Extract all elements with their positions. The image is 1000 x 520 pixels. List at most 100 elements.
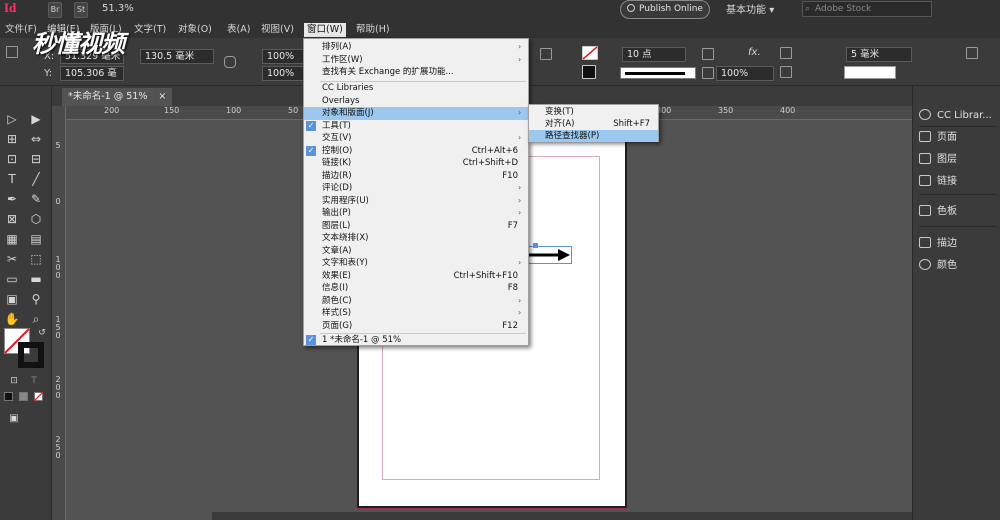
eyedropper-tool-icon[interactable]: ⚲ [28,292,44,306]
publish-online-button[interactable]: Publish Online [620,0,710,19]
zoom-tool-icon[interactable]: ⌕ [28,312,44,326]
gradient-swatch-tool-icon[interactable]: ▭ [4,272,20,286]
menu-item-transform[interactable]: 变换(T) [529,106,658,119]
free-transform-tool-icon[interactable]: ⬚ [28,252,44,266]
menu-item-align[interactable]: 对齐(A) Shift+F7 [529,118,658,131]
polygon-tool-icon[interactable]: ⬡ [28,212,44,226]
menu-item-cc-libraries[interactable]: CC Libraries [304,82,528,95]
note-tool-icon[interactable]: ▣ [4,292,20,306]
distribute-icon[interactable] [780,66,792,78]
panel-swatches[interactable]: 色板 [919,204,1000,220]
pen-tool-icon[interactable]: ✒ [4,192,20,206]
fx-icon[interactable]: fx. [748,47,761,58]
scale-y-field[interactable]: 100% [262,66,304,81]
hand-tool-icon[interactable]: ✋ [4,312,20,326]
align-icon[interactable] [780,47,792,59]
content-placer-icon[interactable]: ⊟ [28,152,44,166]
arrow-selection-frame[interactable] [528,243,572,264]
pencil-tool-icon[interactable]: ✎ [28,192,44,206]
menu-item-text-wrap[interactable]: 文本绕排(X) [304,232,528,245]
formatting-container-icon[interactable]: ⊡ [6,374,22,388]
menu-item-type-tables[interactable]: 文字和表(Y) › [304,257,528,270]
type-tool-icon[interactable]: T [4,172,20,186]
panel-layers[interactable]: 图层 [919,152,1000,168]
menu-table[interactable]: 表(A) [224,23,253,37]
panel-cc-libraries[interactable]: CC Librar... [919,108,1000,124]
fit-frame-icon[interactable] [702,48,714,60]
menu-item-overlays[interactable]: Overlays [304,95,528,108]
menu-item-interactive[interactable]: 交互(V) › [304,132,528,145]
panel-color[interactable]: 颜色 [919,258,1000,274]
bridge-button[interactable]: Br [48,2,62,18]
rectangle-frame-tool-icon[interactable]: ⊠ [4,212,20,226]
stroke-color-swatch[interactable] [582,65,596,79]
menu-item-stroke[interactable]: 描边(R) F10 [304,170,528,183]
menu-item-styles[interactable]: 样式(S) › [304,307,528,320]
stroke-none-swatch[interactable] [582,46,598,60]
menu-item-comments[interactable]: 评论(D) › [304,182,528,195]
panel-pages[interactable]: 页面 [919,130,1000,146]
reference-point-icon[interactable] [6,46,18,58]
menu-item-exchange[interactable]: 查找有关 Exchange 的扩展功能... [304,66,528,79]
opacity-field[interactable]: 100% [716,66,774,81]
zoom-level[interactable]: 51.3% [102,3,134,14]
menu-type[interactable]: 文字(T) [131,23,169,37]
stock-button[interactable]: St [74,2,88,18]
menu-item-object-layout[interactable]: 对象和版面(J) › [304,107,528,120]
spacing-field[interactable]: 5 毫米 [846,47,912,62]
menu-object[interactable]: 对象(O) [175,23,215,37]
apply-gradient-icon[interactable] [19,392,28,401]
menu-item-info[interactable]: 信息(I) F8 [304,282,528,295]
page-tool-icon[interactable]: ⊞ [4,132,20,146]
scissors-tool-icon[interactable]: ✂ [4,252,20,266]
gap-tool-icon[interactable]: ⇔ [28,132,44,146]
menu-item-utilities[interactable]: 实用程序(U) › [304,195,528,208]
menu-item-pages[interactable]: 页面(G) F12 [304,320,528,333]
menu-item-effects[interactable]: 效果(E) Ctrl+Shift+F10 [304,270,528,283]
line-tool-icon[interactable]: ╱ [28,172,44,186]
y-field[interactable]: 105.306 毫 [60,66,124,81]
formatting-text-icon[interactable]: T [26,374,42,388]
stroke-type-select[interactable] [620,67,696,79]
menu-item-layers[interactable]: 图层(L) F7 [304,220,528,233]
menu-item-articles[interactable]: 文章(A) [304,245,528,258]
tab-untitled-1[interactable]: *未命名-1 @ 51% × [62,88,173,106]
grid-tool-icon[interactable]: ▤ [28,232,44,246]
panel-stroke[interactable]: 描边 [919,236,1000,252]
constrain-proportions-icon[interactable] [224,56,236,68]
content-collector-icon[interactable]: ⊡ [4,152,20,166]
menu-item-output[interactable]: 输出(P) › [304,207,528,220]
gradient-feather-tool-icon[interactable]: ▬ [28,272,44,286]
swap-fill-stroke-icon[interactable]: ↺ [34,326,50,340]
menu-item-color[interactable]: 颜色(C) › [304,295,528,308]
menu-item-open-document[interactable]: ✓ 1 *未命名-1 @ 51% [304,334,528,347]
menu-view[interactable]: 视图(V) [258,23,297,37]
panel-options-icon[interactable] [966,47,978,59]
menu-window[interactable]: 窗口(W) [304,23,346,37]
panel-links[interactable]: 链接 [919,174,1000,190]
menu-item-links[interactable]: 链接(K) Ctrl+Shift+D [304,157,528,170]
stroke-swatch[interactable] [18,342,44,368]
screen-mode-icon[interactable]: ▣ [6,412,22,426]
close-icon[interactable]: × [158,91,166,102]
menu-item-tools[interactable]: ✓ 工具(T) [304,120,528,133]
style-preview-box[interactable] [844,66,896,79]
direct-selection-tool-icon[interactable]: ▶ [28,112,44,126]
workspace-switcher[interactable]: 基本功能 ▾ [726,1,774,16]
apply-none-icon[interactable] [34,392,43,401]
menu-item-pathfinder[interactable]: 路径查找器(P) [529,129,658,142]
stock-search-input[interactable]: ⌕ Adobe Stock [802,1,932,17]
vertical-ruler[interactable]: 5 0 1 0 0 1 5 0 2 0 0 2 5 0 [52,106,66,520]
table-tool-icon[interactable]: ▦ [4,232,20,246]
menu-item-control[interactable]: ✓ 控制(O) Ctrl+Alt+6 [304,145,528,158]
selection-tool-icon[interactable]: ▷ [4,112,20,126]
stroke-weight-field[interactable]: 10 点 [622,47,686,62]
scale-x-field[interactable]: 100% [262,49,304,64]
width-field[interactable]: 130.5 毫米 [140,49,214,64]
menu-item-arrange[interactable]: 排列(A) › [304,41,528,54]
menu-help[interactable]: 帮助(H) [353,23,393,37]
apply-color-icon[interactable] [4,392,13,401]
menu-item-workspace[interactable]: 工作区(W) › [304,54,528,67]
selection-handle[interactable] [533,243,538,248]
fill-swatch-icon[interactable] [540,48,552,60]
